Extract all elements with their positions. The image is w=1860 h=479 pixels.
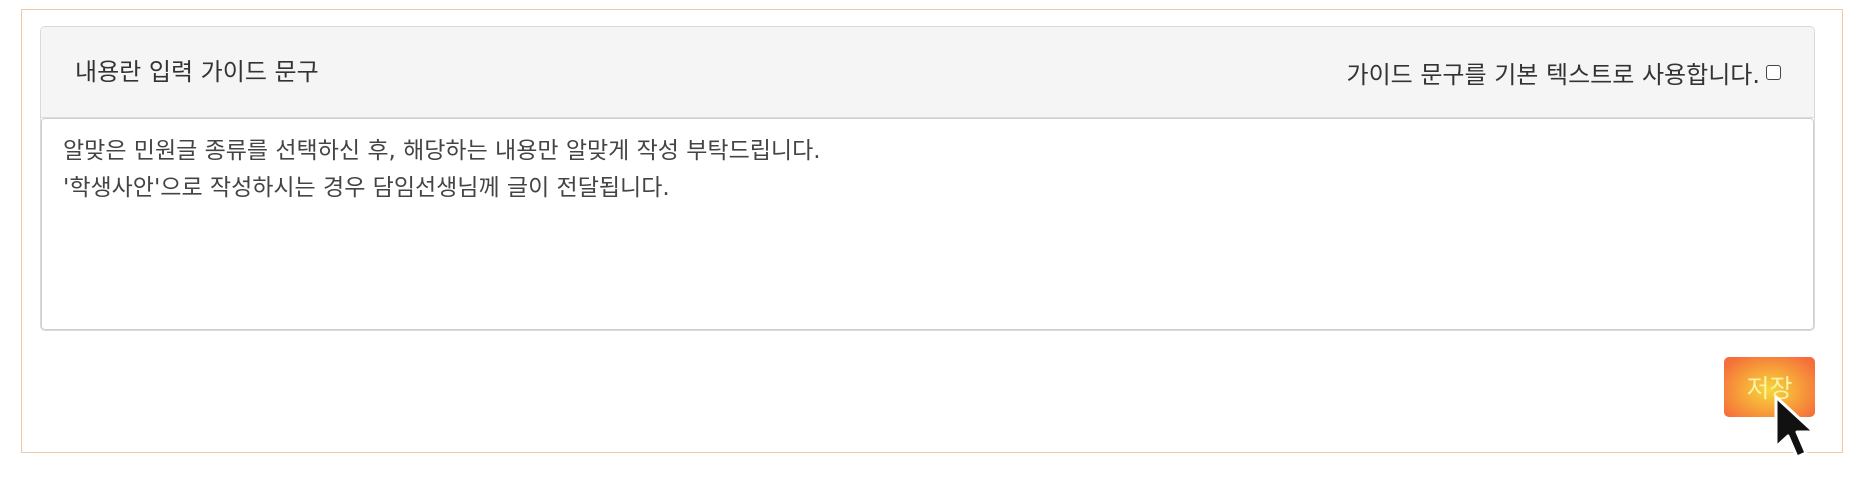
use-default-checkbox[interactable] (1766, 65, 1781, 80)
use-default-label: 가이드 문구를 기본 텍스트로 사용합니다. (1346, 61, 1760, 89)
guide-panel-header: 내용란 입력 가이드 문구 가이드 문구를 기본 텍스트로 사용합니다. (41, 27, 1814, 118)
guide-panel-title: 내용란 입력 가이드 문구 (75, 58, 319, 86)
guide-text-line: 알맞은 민원글 종류를 선택하신 후, 해당하는 내용만 알맞게 작성 부탁드립… (63, 138, 821, 164)
use-default-option: 가이드 문구를 기본 텍스트로 사용합니다. (1346, 27, 1781, 118)
guide-panel: 내용란 입력 가이드 문구 가이드 문구를 기본 텍스트로 사용합니다. 알맞은… (40, 26, 1815, 331)
guide-text-textarea[interactable]: 알맞은 민원글 종류를 선택하신 후, 해당하는 내용만 알맞게 작성 부탁드립… (41, 118, 1814, 330)
mouse-pointer-icon (1774, 395, 1816, 459)
guide-text-line: '학생사안'으로 작성하시는 경우 담임선생님께 글이 전달됩니다. (63, 175, 670, 201)
